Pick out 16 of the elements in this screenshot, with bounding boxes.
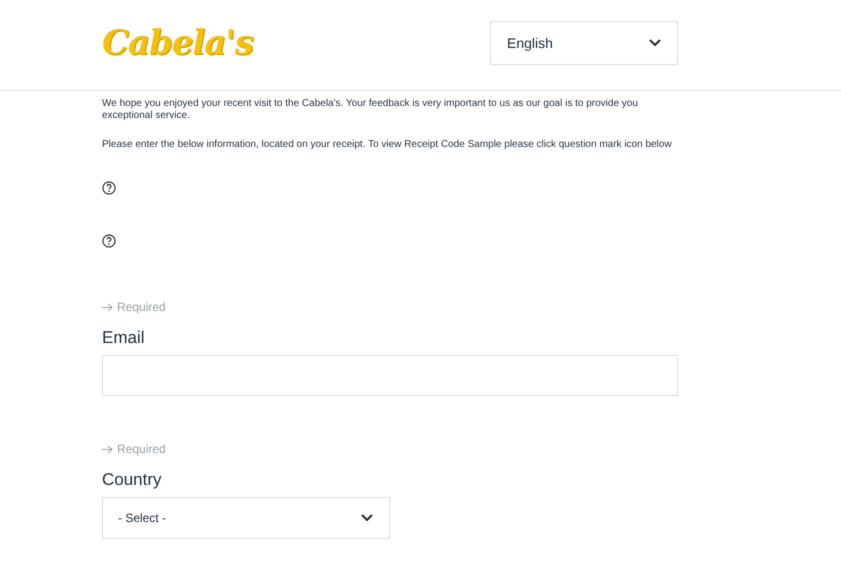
help-icon[interactable] xyxy=(102,181,116,195)
intro-paragraph: We hope you enjoyed your recent visit to the Cabela's. Your feedback is very important to us as our goal is to provide you exceptional service. xyxy=(102,98,639,122)
email-field[interactable] xyxy=(102,355,678,396)
intro-paragraph: Please enter the below information, located on your receipt. To view Receipt Code Sample please click question mark icon below xyxy=(102,139,673,151)
country-select[interactable]: - Select - xyxy=(102,497,390,539)
help-icon[interactable] xyxy=(102,234,116,248)
arrow-right-icon xyxy=(102,302,113,312)
field-label: Email xyxy=(102,328,146,348)
required-note: Required xyxy=(117,442,166,456)
chevron-down-icon xyxy=(361,514,373,522)
required-note: Required xyxy=(117,300,166,314)
logo: Cabela's xyxy=(102,23,253,63)
arrow-right-icon xyxy=(102,444,113,454)
language-select[interactable]: English xyxy=(490,21,678,65)
field-label: Country xyxy=(102,470,163,490)
chevron-down-icon xyxy=(649,39,661,47)
